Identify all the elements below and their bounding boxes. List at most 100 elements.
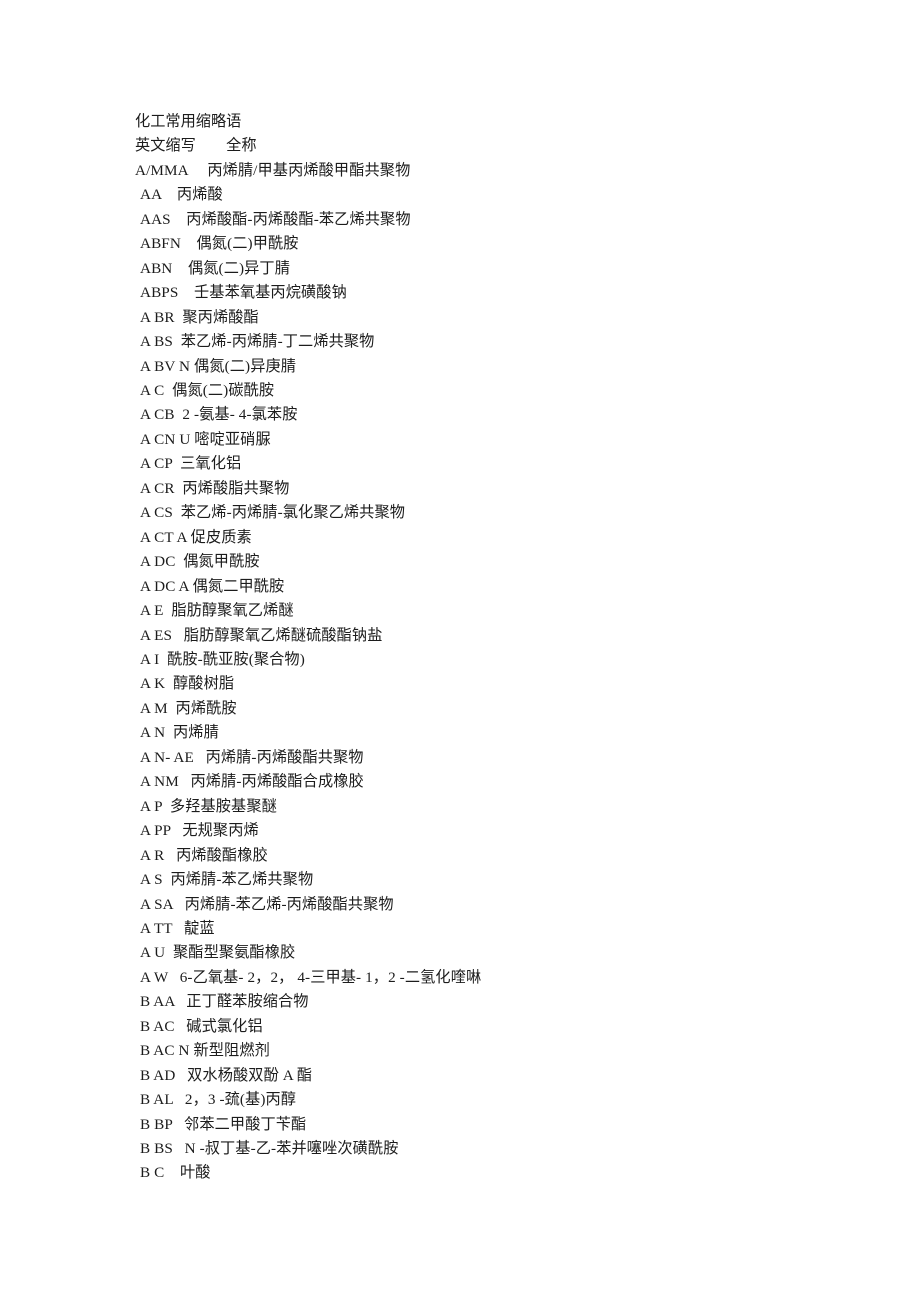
column-gap [165,724,173,741]
abbreviation-row: B AC 碱式氯化铝 [135,1015,895,1039]
abbreviation-full-name: 脂肪醇聚氧乙烯醚硫酸酯钠盐 [183,626,383,644]
abbreviation-full-name: 丙烯腈-丙烯酸酯共聚物 [205,748,364,766]
abbreviation-row: A CS 苯乙烯-丙烯腈-氯化聚乙烯共聚物 [135,501,895,525]
abbreviation-entry-list: A/MMA 丙烯腈/甲基丙烯酸甲酯共聚物 AA 丙烯酸 AAS 丙烯酸酯-丙烯酸酯-… [135,159,895,1186]
column-gap [181,235,197,252]
abbreviation-code: B BP [140,1115,173,1133]
column-gap [178,284,194,301]
abbreviation-code: ABPS [140,284,179,302]
abbreviation-full-name: 丙烯腈/甲基丙烯酸甲酯共聚物 [207,161,411,179]
abbreviation-code: A K [140,675,166,693]
abbreviation-full-name: 促皮质素 [190,528,252,546]
abbreviation-code: A M [140,699,168,717]
abbreviation-row: A TT 靛蓝 [135,917,895,941]
column-gap [172,627,184,644]
abbreviation-row: A DC A 偶氮二甲酰胺 [135,575,895,599]
abbreviation-row: A W 6-乙氧基- 2，2， 4-三甲基- 1，2 -二氢化喹啉 [135,966,895,990]
abbreviation-code: A W [140,968,169,986]
abbreviation-row: A PP 无规聚丙烯 [135,819,895,843]
abbreviation-code: A N [140,724,166,742]
abbreviation-row: A DC 偶氮甲酰胺 [135,550,895,574]
abbreviation-code: ABN [140,259,173,277]
abbreviation-row: B AC N 新型阻燃剂 [135,1039,895,1063]
abbreviation-row: A C 偶氮(二)碳酰胺 [135,379,895,403]
column-gap [162,798,170,815]
document-text-body: 化工常用缩略语 英文缩写 全称 A/MMA 丙烯腈/甲基丙烯酸甲酯共聚物 AA 丙… [135,110,895,1186]
abbreviation-code: A S [140,871,163,889]
abbreviation-full-name: 丙烯腈-苯乙烯-丙烯酸酯共聚物 [184,895,394,913]
abbreviation-code: A/MMA [135,161,188,179]
abbreviation-full-name: 偶氮二甲酰胺 [192,577,285,595]
abbreviation-full-name: 邻苯二甲酸丁苄酯 [184,1115,307,1133]
abbreviation-code: B AD [140,1066,176,1084]
abbreviation-full-name: 多羟基胺基聚醚 [169,797,277,815]
column-gap [164,382,172,399]
abbreviation-row: A I 酰胺-酰亚胺(聚合物) [135,648,895,672]
abbreviation-row: A U 聚酯型聚氨酯橡胶 [135,941,895,965]
column-gap [172,260,188,277]
column-gap [188,162,207,179]
column-gap [171,211,187,228]
abbreviation-full-name: 丙烯酰胺 [175,699,237,717]
abbreviation-code: A CT A [140,528,187,546]
abbreviation-full-name: 丙烯酸酯-丙烯酸酯-苯乙烯共聚物 [186,210,411,228]
abbreviation-code: A CN U [140,430,191,448]
abbreviation-full-name: 双水杨酸双酚 A 酯 [187,1066,313,1084]
abbreviation-full-name: 醇酸树脂 [173,675,235,693]
document-title: 化工常用缩略语 [135,113,242,130]
abbreviation-full-name: 苯乙烯-丙烯腈-丁二烯共聚物 [180,333,375,351]
abbreviation-code: A I [140,650,160,668]
abbreviation-full-name: 丙烯腈 [173,724,219,742]
abbreviation-row: A CR 丙烯酸脂共聚物 [135,477,895,501]
abbreviation-full-name: 聚酯型聚氨酯橡胶 [173,944,296,962]
column-gap [165,944,173,961]
abbreviation-full-name: 丙烯酸酯橡胶 [176,846,268,864]
column-gap [173,333,181,350]
abbreviation-row: A BR 聚丙烯酸酯 [135,306,895,330]
column-gap [172,455,180,472]
abbreviation-full-name: 酰胺-酰亚胺(聚合物) [167,650,305,668]
column-gap [173,504,181,521]
abbreviation-full-name: 靛蓝 [184,919,215,937]
abbreviation-row: A N 丙烯腈 [135,721,895,745]
abbreviation-row: ABN 偶氮(二)异丁腈 [135,257,895,281]
abbreviation-row: A M 丙烯酰胺 [135,697,895,721]
abbreviation-full-name: 无规聚丙烯 [182,822,259,840]
abbreviation-row: B AL 2，3 -巯(基)丙醇 [135,1088,895,1112]
abbreviation-full-name: 丙烯腈-丙烯酸酯合成橡胶 [190,773,364,791]
abbreviation-code: A SA [140,895,173,913]
abbreviation-code: A DC A [140,577,189,595]
abbreviation-code: B BS [140,1140,173,1158]
abbreviation-row: A P 多羟基胺基聚醚 [135,795,895,819]
abbreviation-code: A CB [140,406,175,424]
abbreviation-row: ABPS 壬基苯氧基丙烷磺酸钠 [135,281,895,305]
abbreviation-row: A S 丙烯腈-苯乙烯共聚物 [135,868,895,892]
abbreviation-full-name: 叶酸 [179,1164,211,1182]
abbreviation-full-name: 偶氮(二)碳酰胺 [172,381,275,399]
abbreviation-code: B AC [140,1017,175,1035]
abbreviation-full-name: 新型阻燃剂 [193,1042,270,1060]
column-gap [173,1091,185,1108]
abbreviation-full-name: 偶氮(二)异庚腈 [194,357,297,375]
abbreviation-full-name: 偶氮(二)异丁腈 [187,259,291,277]
abbreviation-code: ABFN [140,235,181,253]
abbreviation-code: A CR [140,479,175,497]
abbreviation-code: AA [140,186,162,204]
column-gap [164,1164,180,1181]
column-gap [165,675,173,692]
abbreviation-row: A/MMA 丙烯腈/甲基丙烯酸甲酯共聚物 [135,159,895,183]
abbreviation-code: A U [140,944,166,962]
abbreviation-code: A C [140,381,165,399]
column-header-row: 英文缩写 全称 [135,137,257,155]
abbreviation-row: A R 丙烯酸酯橡胶 [135,844,895,868]
column-gap [173,896,185,913]
abbreviation-full-name: 正丁醛苯胺缩合物 [186,993,309,1011]
abbreviation-full-name: 偶氮甲酰胺 [183,553,260,571]
abbreviation-full-name: N -叔丁基-乙-苯并噻唑次磺酰胺 [184,1140,399,1158]
abbreviation-code: A BV N [140,357,191,375]
column-gap [194,749,206,766]
abbreviation-row: A SA 丙烯腈-苯乙烯-丙烯酸酯共聚物 [135,893,895,917]
abbreviation-full-name: 偶氮(二)甲酰胺 [196,235,299,253]
abbreviation-row: AA 丙烯酸 [135,183,895,207]
abbreviation-code: A DC [140,553,176,571]
